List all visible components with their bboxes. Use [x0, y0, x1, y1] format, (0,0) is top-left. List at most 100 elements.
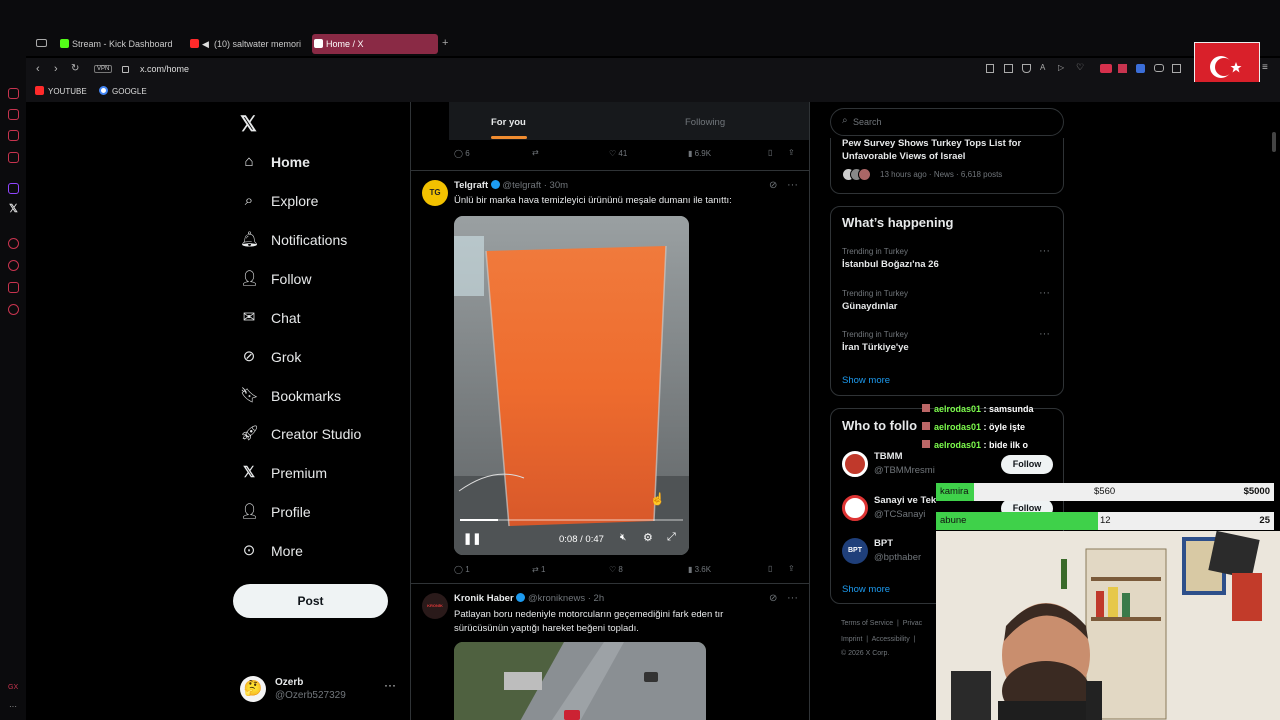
follow-button[interactable]: Follow [1001, 455, 1053, 474]
trend-more-icon[interactable]: ··· [1039, 328, 1050, 340]
url-text[interactable]: x.com/home [140, 64, 189, 74]
page-scrollbar[interactable] [1272, 132, 1276, 152]
history-icon[interactable] [8, 260, 19, 271]
bag-icon[interactable] [8, 109, 19, 120]
author-handle[interactable]: @kroniknews [528, 593, 585, 604]
share-button[interactable]: ⇪ [788, 564, 795, 573]
accessibility-link[interactable]: Accessibility [872, 636, 910, 643]
post-media[interactable] [454, 642, 706, 720]
avatar[interactable]: KRONİK HABER [422, 593, 448, 619]
grok-icon[interactable]: ⊘ [769, 180, 777, 191]
like-button[interactable]: ♡ 41 [609, 149, 627, 158]
bookmark-button[interactable]: ▯ [768, 564, 772, 573]
tab-for-you[interactable]: For you [491, 117, 526, 128]
pin-icon[interactable] [986, 64, 994, 73]
views-button[interactable]: ▮ 3.6K [688, 565, 711, 574]
account-switcher[interactable]: 🤔 Ozerb @Ozerb527329 ··· [240, 674, 400, 706]
video-player[interactable]: ❚❚ 0:08 / 0:47 🔇︎ ⚙ ⤢ ☝ [454, 216, 689, 555]
forward-icon[interactable]: › [54, 63, 58, 75]
trend-more-icon[interactable]: ··· [1039, 287, 1050, 299]
reply-button[interactable]: ◯ 6 [454, 149, 470, 158]
share-button[interactable]: ⇪ [788, 148, 795, 157]
gx-icon[interactable]: GX [8, 684, 18, 691]
post-more-icon[interactable]: ··· [787, 179, 798, 191]
extensions-icon[interactable] [8, 282, 19, 293]
trend-item[interactable]: Trending in Turkey İstanbul Boğazı'na 26… [831, 245, 1063, 283]
nav-label: Notifications [271, 232, 348, 248]
account-more-icon[interactable]: ··· [384, 678, 396, 692]
fullscreen-icon[interactable]: ⤢ [667, 531, 676, 544]
extension-blue-icon[interactable] [1136, 64, 1145, 73]
bookmark-google[interactable]: GOOGLE [99, 86, 147, 96]
shield-icon[interactable] [1022, 64, 1031, 73]
avatar[interactable]: TG [422, 180, 448, 206]
twitch-icon[interactable] [8, 183, 19, 194]
bell-icon: 🔔︎ [240, 231, 260, 248]
news-card[interactable]: Pew Survey Shows Turkey Tops List for Un… [830, 138, 1064, 194]
x-logo-icon[interactable]: 𝕏 [240, 112, 257, 137]
telgraft-post[interactable]: TG Telgraft @telgraft · 30m ⊘ ··· Ünlü b… [411, 171, 809, 581]
privacy-link[interactable]: Privac [903, 620, 922, 627]
author-name[interactable]: Telgraft [454, 180, 488, 191]
snapshot-icon[interactable] [1004, 64, 1013, 73]
follow-suggestion[interactable]: TBMM @TBMMresmi Follow [831, 449, 1063, 481]
vpn-badge[interactable]: VPN [94, 65, 113, 73]
nav-label: Chat [271, 310, 301, 326]
bookmark-youtube[interactable]: YOUTUBE [35, 86, 87, 96]
kronik-post[interactable]: KRONİK HABER Kronik Haber @kroniknews · … [411, 584, 809, 720]
player-icon[interactable] [8, 238, 19, 249]
repost-button[interactable]: ⇄ 1 [532, 565, 545, 574]
back-icon[interactable]: ‹ [36, 63, 40, 75]
tab-menu-icon[interactable] [36, 39, 47, 47]
reply-button[interactable]: ◯ 1 [454, 565, 470, 574]
sidebar-more-icon[interactable]: ··· [9, 702, 17, 711]
show-more-link[interactable]: Show more [842, 375, 890, 386]
grok-icon[interactable]: ⊘ [769, 593, 777, 604]
tag-icon[interactable] [8, 130, 19, 141]
settings-gear-icon[interactable]: ⚙ [643, 531, 653, 544]
post-time[interactable]: · 30m [544, 180, 568, 191]
terms-link[interactable]: Terms of Service [841, 620, 893, 627]
adblock-icon[interactable] [1100, 64, 1112, 73]
nav-label: Follow [271, 271, 312, 287]
reload-icon[interactable]: ↻ [71, 63, 79, 74]
trend-more-icon[interactable]: ··· [1039, 245, 1050, 257]
trend-item[interactable]: Trending in Turkey Günaydınlar ··· [831, 287, 1063, 325]
translate-icon[interactable]: A [1040, 63, 1045, 72]
tab-following[interactable]: Following [685, 117, 725, 128]
tab-youtube[interactable]: ◀ (10) saltwater memori [188, 34, 304, 54]
new-tab-icon[interactable]: + [442, 37, 448, 49]
speaker-icon[interactable]: ◀ [202, 34, 209, 54]
mail-app-icon[interactable] [8, 152, 19, 163]
show-more-link[interactable]: Show more [842, 584, 890, 595]
like-button[interactable]: ♡ 8 [609, 565, 623, 574]
nav-label: Creator Studio [271, 426, 362, 442]
post-time[interactable]: · 2h [588, 593, 604, 604]
extension-red-icon[interactable] [1118, 64, 1127, 73]
goal-label: kamira [940, 486, 969, 497]
author-handle[interactable]: @telgraft [502, 180, 541, 191]
trend-item[interactable]: Trending in Turkey İran Türkiye'ye ··· [831, 328, 1063, 366]
settings-icon[interactable] [8, 304, 19, 315]
post-button[interactable]: Post [233, 584, 388, 618]
extension-gamepad-icon[interactable] [1154, 64, 1164, 72]
search-box[interactable]: ⌕ Search [830, 108, 1064, 136]
video-progress-track[interactable] [460, 519, 683, 521]
mute-icon[interactable]: 🔇︎ [620, 532, 626, 543]
pause-icon[interactable]: ❚❚ [463, 532, 481, 545]
puzzle-icon[interactable] [1172, 64, 1181, 73]
heart-icon[interactable]: ♡ [1076, 62, 1084, 73]
x-app-icon[interactable]: 𝕏 [9, 202, 18, 215]
aria-icon[interactable] [8, 88, 19, 99]
views-button[interactable]: ▮ 6.9K [688, 149, 711, 158]
repost-button[interactable]: ⇄ [532, 148, 539, 157]
menu-icon[interactable]: ≡ [1262, 62, 1268, 73]
tab-kick-dashboard[interactable]: Stream - Kick Dashboard [58, 34, 182, 54]
post-more-icon[interactable]: ··· [787, 592, 798, 604]
play-icon[interactable]: ▷ [1058, 63, 1064, 72]
bookmark-button[interactable]: ▯ [768, 148, 772, 157]
tab-x-home[interactable]: Home / X [312, 34, 438, 54]
kick-favicon-icon [60, 39, 69, 48]
imprint-link[interactable]: Imprint [841, 636, 862, 643]
author-name[interactable]: Kronik Haber [454, 593, 514, 604]
